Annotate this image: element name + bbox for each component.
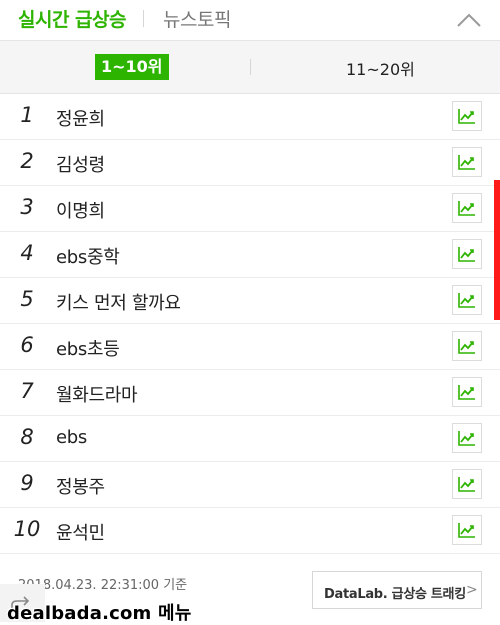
- rank-number: 6: [20, 333, 34, 357]
- trend-button[interactable]: [452, 331, 482, 361]
- tab-divider: [143, 10, 144, 27]
- trend-button[interactable]: [452, 193, 482, 223]
- keyword[interactable]: ebs: [56, 427, 87, 448]
- trend-chart-icon: [458, 155, 475, 170]
- ranking-row[interactable]: 2 김성령: [0, 140, 500, 186]
- ranking-row[interactable]: 7 월화드라마: [0, 370, 500, 416]
- keyword[interactable]: 정윤희: [56, 105, 105, 131]
- rank-number: 1: [20, 103, 34, 127]
- keyword[interactable]: 김성령: [56, 151, 105, 177]
- ranking-row[interactable]: 6 ebs초등: [0, 324, 500, 370]
- keyword[interactable]: ebs중학: [56, 243, 120, 269]
- collapse-button[interactable]: [452, 6, 486, 32]
- rank-number: 3: [20, 195, 34, 219]
- rank-number: 4: [20, 241, 34, 265]
- chevron-right-icon: >: [466, 582, 478, 598]
- keyword[interactable]: 이명희: [56, 197, 105, 223]
- rank-number: 2: [20, 149, 34, 173]
- trend-chart-icon: [458, 523, 475, 538]
- ranking-row[interactable]: 10 윤석민: [0, 508, 500, 554]
- keyword[interactable]: 키스 먼저 할까요: [56, 289, 181, 315]
- trend-chart-icon: [458, 293, 475, 308]
- watermark: dealbada.com 메뉴: [7, 603, 192, 624]
- trend-chart-icon: [458, 385, 475, 400]
- rank-number: 5: [20, 287, 34, 311]
- datalab-label: DataLab. 급상승 트래킹: [324, 587, 466, 602]
- trend-button[interactable]: [452, 515, 482, 545]
- tab-news-topic[interactable]: 뉴스토픽: [163, 5, 231, 32]
- keyword[interactable]: ebs초등: [56, 335, 120, 361]
- trend-button[interactable]: [452, 285, 482, 315]
- tab-rank-11-20[interactable]: 11~20위: [346, 56, 415, 80]
- rank-number: 9: [20, 471, 34, 495]
- ranking-list: 1 정윤희 2 김성령 3 이명희 4 ebs중학 5 키스 먼저 할까요 6 …: [0, 94, 500, 554]
- trend-button[interactable]: [452, 469, 482, 499]
- tab-rank-1-10[interactable]: 1~10위: [95, 54, 169, 80]
- ranking-row[interactable]: 3 이명희: [0, 186, 500, 232]
- ranking-row[interactable]: 9 정봉주: [0, 462, 500, 508]
- tab-realtime-rising[interactable]: 실시간 급상승: [18, 5, 127, 32]
- keyword[interactable]: 정봉주: [56, 473, 105, 499]
- trend-chart-icon: [458, 431, 475, 446]
- trend-button[interactable]: [452, 147, 482, 177]
- ranking-row[interactable]: 4 ebs중학: [0, 232, 500, 278]
- rank-number: 7: [20, 379, 34, 403]
- rank-number: 8: [20, 425, 34, 449]
- scroll-indicator[interactable]: [494, 180, 500, 320]
- ranking-row[interactable]: 1 정윤희: [0, 94, 500, 140]
- range-divider: [250, 59, 251, 75]
- trend-chart-icon: [458, 247, 475, 262]
- trend-button[interactable]: [452, 101, 482, 131]
- trend-button[interactable]: [452, 377, 482, 407]
- rank-range-tabs: 1~10위 11~20위: [0, 41, 500, 94]
- trend-chart-icon: [458, 477, 475, 492]
- trend-chart-icon: [458, 109, 475, 124]
- trend-button[interactable]: [452, 239, 482, 269]
- keyword[interactable]: 월화드라마: [56, 381, 138, 407]
- trend-button[interactable]: [452, 423, 482, 453]
- chevron-up-icon: [457, 13, 481, 27]
- trend-chart-icon: [458, 201, 475, 216]
- rank-number: 10: [13, 517, 41, 541]
- ranking-row[interactable]: 5 키스 먼저 할까요: [0, 278, 500, 324]
- trend-chart-icon: [458, 339, 475, 354]
- ranking-row[interactable]: 8 ebs: [0, 416, 500, 462]
- datalab-tracking-button[interactable]: DataLab. 급상승 트래킹 >: [312, 571, 482, 609]
- topic-header: 실시간 급상승 뉴스토픽: [0, 0, 500, 41]
- keyword[interactable]: 윤석민: [56, 519, 105, 545]
